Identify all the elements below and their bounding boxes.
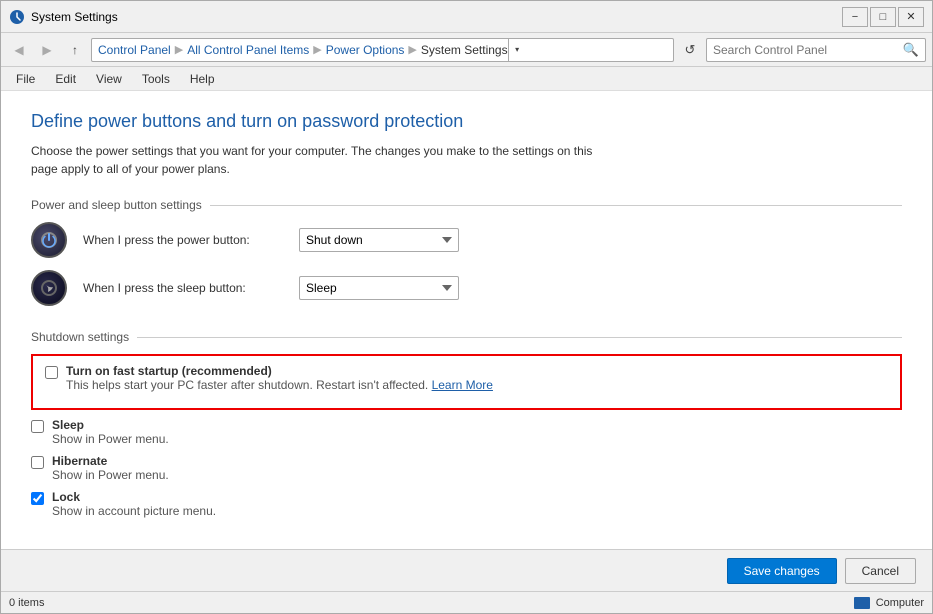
power-icon: [31, 222, 67, 258]
sleep-sub-label: Show in Power menu.: [52, 432, 169, 446]
breadcrumb-all-items[interactable]: All Control Panel Items: [187, 43, 309, 57]
power-button-row: When I press the power button: Do nothin…: [31, 222, 902, 258]
breadcrumb-sep-2: ▶: [313, 43, 321, 56]
breadcrumb: Control Panel ▶ All Control Panel Items …: [98, 43, 508, 57]
close-button[interactable]: ✕: [898, 7, 924, 27]
status-bar: 0 items Computer: [1, 591, 932, 613]
shutdown-settings: Shutdown settings Turn on fast startup (…: [31, 330, 902, 518]
sleep-icon: [31, 270, 67, 306]
sleep-button-row: When I press the sleep button: Do nothin…: [31, 270, 902, 306]
computer-label: Computer: [876, 597, 924, 609]
power-sleep-settings: Power and sleep button settings When I p…: [31, 198, 902, 306]
lock-checkbox[interactable]: [31, 492, 44, 505]
page-description: Choose the power settings that you want …: [31, 142, 611, 178]
status-right: Computer: [854, 597, 924, 609]
sleep-row: Sleep Show in Power menu.: [31, 418, 902, 446]
fast-startup-sub-label: This helps start your PC faster after sh…: [66, 378, 493, 392]
power-sleep-section-header: Power and sleep button settings: [31, 198, 902, 212]
power-button-label: When I press the power button:: [83, 233, 283, 247]
shutdown-section-header: Shutdown settings: [31, 330, 902, 344]
hibernate-sub-label: Show in Power menu.: [52, 468, 169, 482]
hibernate-row: Hibernate Show in Power menu.: [31, 454, 902, 482]
hibernate-label-group: Hibernate Show in Power menu.: [52, 454, 169, 482]
menu-edit[interactable]: Edit: [46, 69, 85, 89]
back-button[interactable]: ◀: [7, 38, 31, 62]
power-button-dropdown[interactable]: Do nothing Sleep Hibernate Shut down Tur…: [299, 228, 459, 252]
hibernate-checkbox[interactable]: [31, 456, 44, 469]
minimize-button[interactable]: −: [842, 7, 868, 27]
hibernate-main-label: Hibernate: [52, 454, 169, 468]
sleep-main-label: Sleep: [52, 418, 169, 432]
breadcrumb-current: System Settings: [421, 43, 508, 57]
refresh-button[interactable]: ↺: [678, 38, 702, 62]
window-controls: − □ ✕: [842, 7, 924, 27]
search-input[interactable]: [713, 43, 899, 57]
menu-bar: File Edit View Tools Help: [1, 67, 932, 91]
system-settings-window: System Settings − □ ✕ ◀ ▶ ↑ Control Pane…: [0, 0, 933, 614]
address-bar[interactable]: Control Panel ▶ All Control Panel Items …: [91, 38, 674, 62]
fast-startup-main-label: Turn on fast startup (recommended): [66, 364, 493, 378]
learn-more-link[interactable]: Learn More: [432, 378, 493, 392]
fast-startup-box: Turn on fast startup (recommended) This …: [31, 354, 902, 410]
menu-help[interactable]: Help: [181, 69, 224, 89]
breadcrumb-sep-3: ▶: [408, 43, 416, 56]
maximize-button[interactable]: □: [870, 7, 896, 27]
page-title: Define power buttons and turn on passwor…: [31, 111, 902, 132]
toolbar: ◀ ▶ ↑ Control Panel ▶ All Control Panel …: [1, 33, 932, 67]
computer-icon: [854, 597, 870, 609]
up-button[interactable]: ↑: [63, 38, 87, 62]
lock-row: Lock Show in account picture menu.: [31, 490, 902, 518]
lock-sub-label: Show in account picture menu.: [52, 504, 216, 518]
title-bar: System Settings − □ ✕: [1, 1, 932, 33]
menu-tools[interactable]: Tools: [133, 69, 179, 89]
lock-label-group: Lock Show in account picture menu.: [52, 490, 216, 518]
search-box: 🔍: [706, 38, 926, 62]
menu-file[interactable]: File: [7, 69, 44, 89]
forward-button[interactable]: ▶: [35, 38, 59, 62]
sleep-button-label: When I press the sleep button:: [83, 281, 283, 295]
fast-startup-label-group: Turn on fast startup (recommended) This …: [66, 364, 493, 392]
search-icon[interactable]: 🔍: [903, 42, 919, 58]
status-items-count: 0 items: [9, 597, 44, 609]
lock-main-label: Lock: [52, 490, 216, 504]
address-dropdown-button[interactable]: ▾: [508, 38, 526, 62]
save-changes-button[interactable]: Save changes: [727, 558, 837, 584]
breadcrumb-control-panel[interactable]: Control Panel: [98, 43, 171, 57]
sleep-button-dropdown[interactable]: Do nothing Sleep Hibernate Shut down: [299, 276, 459, 300]
breadcrumb-sep-1: ▶: [175, 43, 183, 56]
sleep-label-group: Sleep Show in Power menu.: [52, 418, 169, 446]
menu-view[interactable]: View: [87, 69, 131, 89]
fast-startup-checkbox[interactable]: [45, 366, 58, 379]
footer: Save changes Cancel: [1, 549, 932, 591]
main-content: Define power buttons and turn on passwor…: [1, 91, 932, 549]
window-icon: [9, 9, 25, 25]
sleep-checkbox[interactable]: [31, 420, 44, 433]
fast-startup-row: Turn on fast startup (recommended) This …: [45, 364, 888, 392]
window-title: System Settings: [31, 10, 842, 24]
cancel-button[interactable]: Cancel: [845, 558, 916, 584]
breadcrumb-power-options[interactable]: Power Options: [326, 43, 405, 57]
